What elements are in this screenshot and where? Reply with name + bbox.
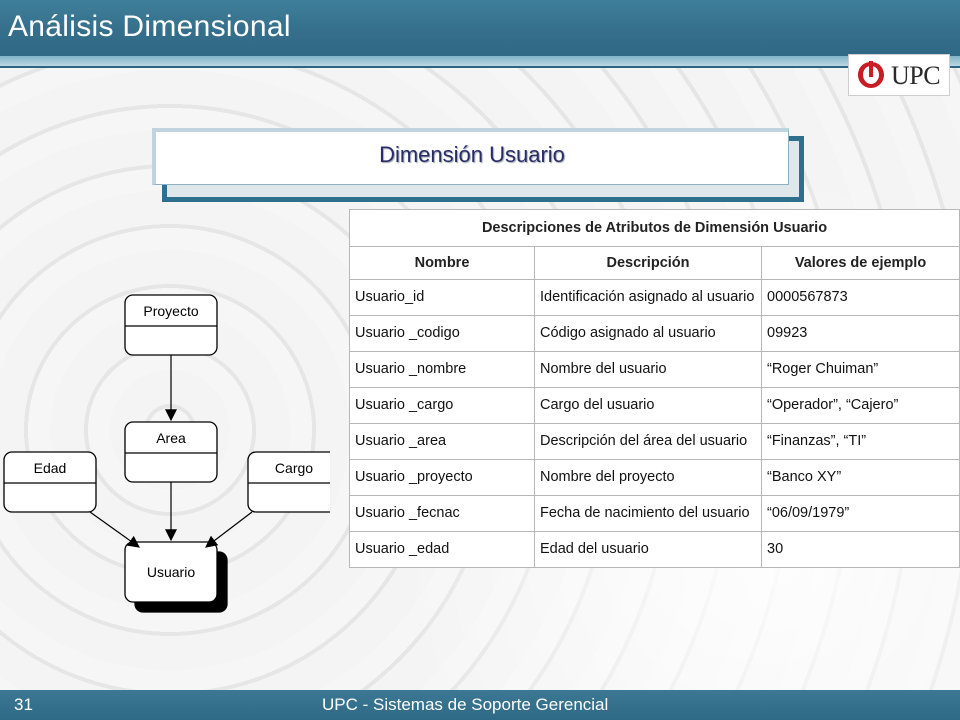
slide-title: Análisis Dimensional — [8, 10, 291, 43]
column-header-valores: Valores de ejemplo — [761, 246, 960, 280]
cell-nombre: Usuario _area — [349, 423, 535, 460]
cell-descripcion: Edad del usuario — [534, 531, 762, 568]
section-title: Dimensión Usuario — [379, 142, 565, 167]
cell-valores: 0000567873 — [761, 279, 960, 316]
edge-edad-usuario — [89, 511, 140, 548]
dimension-diagram: Proyecto Area Edad Cargo Usuario — [3, 294, 330, 613]
node-label-cargo: Cargo — [275, 460, 313, 476]
upc-logo-text: UPC — [891, 61, 941, 90]
cell-nombre: Usuario _nombre — [349, 351, 535, 388]
attributes-table: Descripciones de Atributos de Dimensión … — [349, 209, 960, 568]
cell-valores: 09923 — [761, 315, 960, 352]
cell-nombre: Usuario _proyecto — [349, 459, 535, 496]
node-label-edad: Edad — [34, 460, 67, 476]
upc-logo: UPC — [848, 54, 950, 96]
section-title-box: Dimensión Usuario — [152, 128, 804, 202]
cell-valores: “Roger Chuiman” — [761, 351, 960, 388]
section-title-panel: Dimensión Usuario — [152, 128, 789, 185]
node-label-area: Area — [156, 430, 186, 446]
cell-valores: 30 — [761, 531, 960, 568]
diagram-node-proyecto: Proyecto — [124, 294, 218, 356]
header-bar: Análisis Dimensional — [0, 0, 960, 68]
table-row: Usuario _nombre Nombre del usuario “Roge… — [349, 351, 960, 388]
cell-valores: “Banco XY” — [761, 459, 960, 496]
footer-bar: 31 UPC - Sistemas de Soporte Gerencial — [0, 690, 960, 720]
cell-descripcion: Descripción del área del usuario — [534, 423, 762, 460]
cell-nombre: Usuario _edad — [349, 531, 535, 568]
node-label-usuario: Usuario — [147, 564, 195, 580]
cell-descripcion: Nombre del usuario — [534, 351, 762, 388]
table-row: Usuario _fecnac Fecha de nacimiento del … — [349, 495, 960, 532]
cell-descripcion: Fecha de nacimiento del usuario — [534, 495, 762, 532]
cell-valores: “06/09/1979” — [761, 495, 960, 532]
upc-emblem-icon — [858, 61, 884, 88]
cell-descripcion: Identificación asignado al usuario — [534, 279, 762, 316]
page-number: 31 — [14, 695, 33, 714]
table-row: Usuario _cargo Cargo del usuario “Operad… — [349, 387, 960, 424]
cell-nombre: Usuario_id — [349, 279, 535, 316]
cell-descripcion: Código asignado al usuario — [534, 315, 762, 352]
cell-nombre: Usuario _cargo — [349, 387, 535, 424]
diagram-node-edad: Edad — [3, 451, 97, 513]
table-row: Usuario _area Descripción del área del u… — [349, 423, 960, 460]
table-row: Usuario_id Identificación asignado al us… — [349, 279, 960, 316]
cell-valores: “Operador”, “Cajero” — [761, 387, 960, 424]
table-row: Usuario _codigo Código asignado al usuar… — [349, 315, 960, 352]
diagram-node-area: Area — [124, 421, 218, 483]
edge-cargo-usuario — [205, 511, 253, 548]
column-header-descripcion: Descripción — [534, 246, 762, 280]
cell-nombre: Usuario _codigo — [349, 315, 535, 352]
table-row: Usuario _edad Edad del usuario 30 — [349, 531, 960, 568]
table-caption: Descripciones de Atributos de Dimensión … — [349, 209, 960, 247]
node-label-proyecto: Proyecto — [143, 303, 198, 319]
footer-text: UPC - Sistemas de Soporte Gerencial — [322, 695, 609, 714]
table-row: Usuario _proyecto Nombre del proyecto “B… — [349, 459, 960, 496]
cell-valores: “Finanzas”, “TI” — [761, 423, 960, 460]
column-header-nombre: Nombre — [349, 246, 535, 280]
diagram-node-usuario: Usuario — [124, 541, 228, 613]
cell-descripcion: Nombre del proyecto — [534, 459, 762, 496]
header-stripe — [0, 56, 960, 66]
cell-nombre: Usuario _fecnac — [349, 495, 535, 532]
diagram-node-cargo: Cargo — [247, 451, 330, 513]
cell-descripcion: Cargo del usuario — [534, 387, 762, 424]
